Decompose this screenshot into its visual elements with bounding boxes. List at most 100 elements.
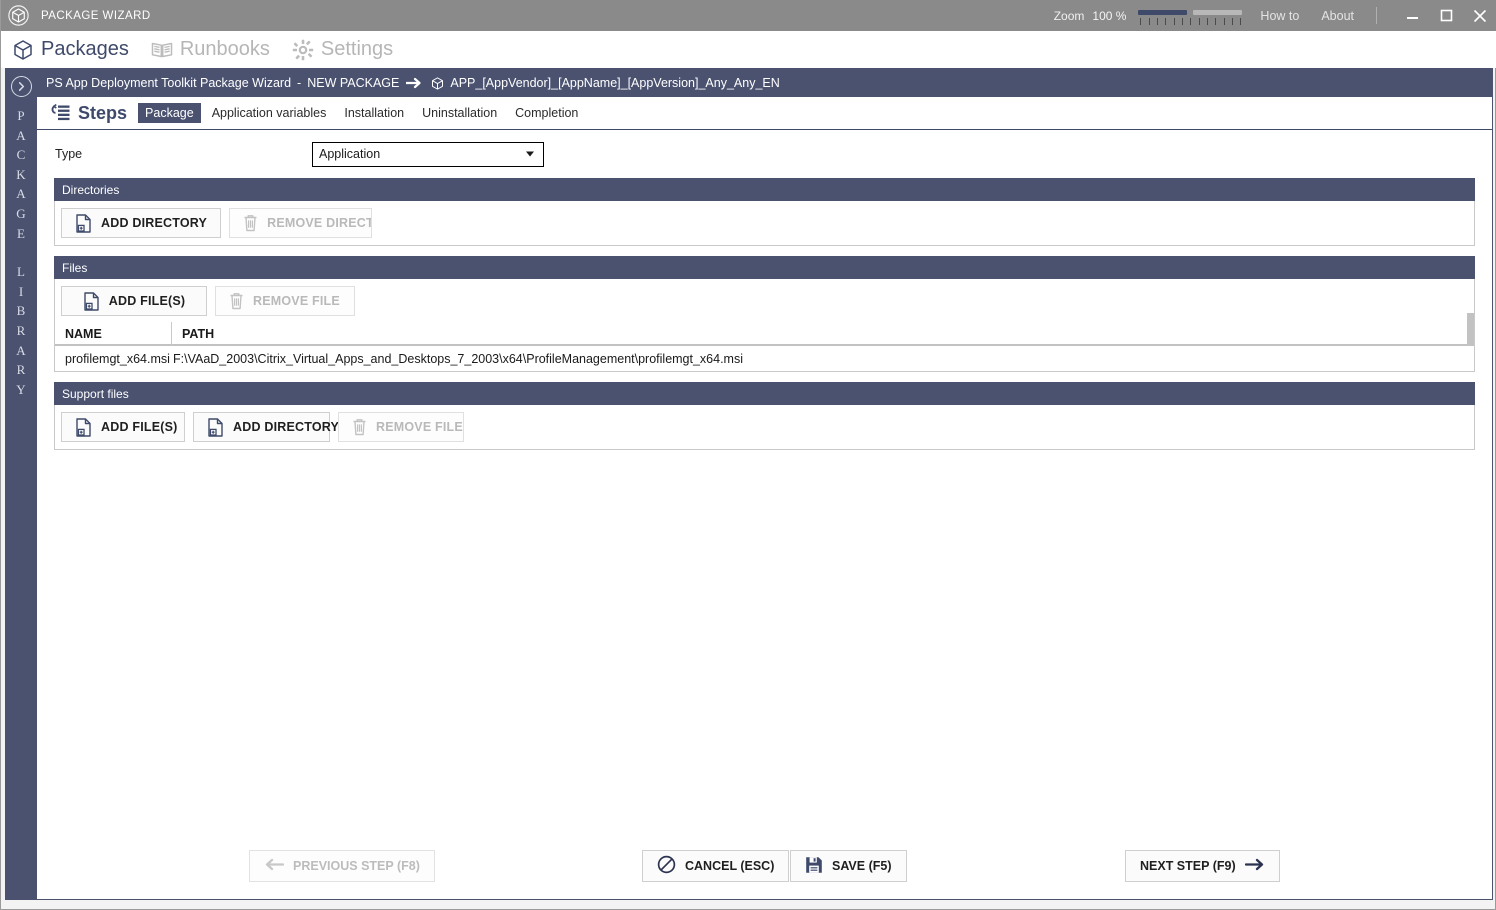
form-body: Type Application Directories ADD DIRECTO… — [37, 130, 1492, 450]
support-add-files-button[interactable]: ADD FILE(S) — [61, 412, 185, 442]
remove-file-button[interactable]: REMOVE FILE — [215, 286, 355, 316]
package-library-sidebar: P A C K A G E L I B R A R Y — [5, 68, 37, 900]
nav-label-settings: Settings — [320, 38, 394, 60]
content-panel: PS App Deployment Toolkit Package Wizard… — [37, 68, 1493, 900]
maximize-icon[interactable] — [1429, 0, 1463, 31]
save-label: SAVE (F5) — [832, 859, 892, 873]
tab-package[interactable]: Package — [138, 103, 201, 123]
sidebar-letter: C — [16, 147, 26, 163]
about-link[interactable]: About — [1321, 9, 1354, 23]
arrow-left-icon — [264, 858, 285, 874]
type-select-value: Application — [319, 147, 381, 161]
how-to-link[interactable]: How to — [1260, 9, 1299, 23]
support-add-directory-label: ADD DIRECTORY — [233, 420, 340, 434]
type-row: Type Application — [54, 130, 1475, 178]
sidebar-letter: Y — [16, 381, 26, 397]
steps-list-icon — [49, 104, 71, 122]
files-table: NAME PATH profilemgt_x64.msi F:\VAaD_200… — [55, 313, 1474, 371]
add-files-button[interactable]: ADD FILE(S) — [61, 286, 207, 316]
previous-step-button[interactable]: PREVIOUS STEP (F8) — [249, 850, 435, 882]
save-button[interactable]: SAVE (F5) — [790, 850, 907, 882]
add-directory-button[interactable]: ADD DIRECTORY — [61, 208, 222, 238]
directories-body: ADD DIRECTORY REMOVE DIRECTO — [54, 201, 1475, 246]
zoom-slider[interactable] — [1138, 5, 1243, 27]
sidebar-letter: R — [16, 322, 26, 338]
support-remove-file-label: REMOVE FILE — [376, 420, 463, 434]
floppy-icon — [805, 856, 823, 877]
sidebar-letter: G — [16, 205, 26, 221]
remove-directory-label: REMOVE DIRECTO — [267, 216, 373, 230]
zoom-slider-ticks — [1140, 17, 1242, 26]
zoom-slider-track — [1193, 9, 1243, 15]
steps-label: Steps — [78, 102, 128, 123]
steps-bar: Steps Package Application variables Inst… — [37, 97, 1492, 130]
support-files-section: Support files ADD FILE(S) ADD DIRECTORY … — [54, 382, 1475, 450]
files-section: Files ADD FILE(S) REMOVE FILE NAME PATH … — [54, 256, 1475, 372]
support-files-header: Support files — [54, 382, 1475, 405]
no-entry-icon — [657, 855, 676, 877]
gear-icon — [290, 37, 316, 63]
nav-item-runbooks[interactable]: Runbooks — [149, 37, 270, 63]
sidebar-letter: L — [17, 264, 25, 280]
cell-path: F:\VAaD_2003\Citrix_Virtual_Apps_and_Des… — [173, 351, 744, 366]
remove-directory-button[interactable]: REMOVE DIRECTO — [229, 208, 373, 238]
window-title: PACKAGE WIZARD — [41, 9, 151, 22]
files-header: Files — [54, 256, 1475, 279]
minimize-icon[interactable] — [1395, 0, 1429, 31]
next-step-label: NEXT STEP (F9) — [1140, 859, 1236, 873]
title-bar-divider — [1376, 7, 1377, 24]
files-body: ADD FILE(S) REMOVE FILE NAME PATH profil… — [54, 279, 1475, 372]
cancel-button[interactable]: CANCEL (ESC) — [642, 850, 790, 882]
close-icon[interactable] — [1463, 0, 1496, 31]
column-header-path: PATH — [182, 326, 215, 341]
support-files-body: ADD FILE(S) ADD DIRECTORY REMOVE FILE — [54, 405, 1475, 450]
sidebar-letter: E — [17, 225, 25, 241]
title-bar-right: Zoom 100 % How to About — [1054, 0, 1496, 31]
nav-label-runbooks: Runbooks — [179, 38, 270, 60]
files-toolbar: ADD FILE(S) REMOVE FILE — [55, 279, 1474, 323]
directories-header: Directories — [54, 178, 1475, 201]
sidebar-label-package: P A C K A G E — [16, 106, 25, 243]
add-file-icon — [83, 291, 100, 311]
package-wizard-window: PACKAGE WIZARD Zoom 100 % How to About P… — [0, 0, 1496, 910]
nav-item-settings[interactable]: Settings — [290, 37, 393, 63]
arrow-right-icon — [1244, 858, 1265, 874]
sidebar-letter: I — [18, 283, 24, 299]
sidebar-letter: P — [17, 108, 25, 123]
support-remove-file-button[interactable]: REMOVE FILE — [338, 412, 464, 442]
sidebar-label-library: L I B R A R Y — [16, 262, 25, 399]
table-row[interactable]: profilemgt_x64.msi F:\VAaD_2003\Citrix_V… — [55, 346, 1474, 371]
trash-icon — [352, 418, 367, 436]
column-header-name: NAME — [65, 326, 102, 341]
tab-completion[interactable]: Completion — [508, 103, 585, 123]
type-select[interactable]: Application — [312, 141, 544, 167]
breadcrumb-mode: NEW PACKAGE — [307, 76, 400, 90]
directories-section: Directories ADD DIRECTORY REMOVE DIRECTO — [54, 178, 1475, 246]
cell-name: profilemgt_x64.msi — [65, 351, 170, 366]
nav-item-packages[interactable]: Packages — [10, 37, 129, 63]
support-add-directory-button[interactable]: ADD DIRECTORY — [193, 412, 339, 442]
wizard-footer: PREVIOUS STEP (F8) CANCEL (ESC) SAVE (F5… — [37, 850, 1491, 890]
previous-step-label: PREVIOUS STEP (F8) — [293, 859, 420, 873]
tab-installation[interactable]: Installation — [337, 103, 411, 123]
trash-icon — [243, 214, 258, 232]
next-step-button[interactable]: NEXT STEP (F9) — [1125, 850, 1280, 882]
support-files-toolbar: ADD FILE(S) ADD DIRECTORY REMOVE FILE — [55, 405, 1474, 449]
files-table-scrollbar[interactable] — [1467, 313, 1474, 346]
zoom-slider-fill — [1138, 9, 1188, 15]
add-file-icon — [75, 213, 92, 233]
sidebar-letter: R — [16, 362, 26, 378]
type-label: Type — [55, 147, 83, 161]
chevron-right-circle-icon[interactable] — [10, 76, 32, 97]
cube-icon — [10, 37, 36, 63]
chevron-down-icon — [526, 151, 534, 157]
tab-application-variables[interactable]: Application variables — [205, 103, 334, 123]
cancel-label: CANCEL (ESC) — [685, 859, 775, 873]
sidebar-letter: A — [16, 342, 26, 358]
add-file-icon — [75, 417, 92, 437]
support-add-files-label: ADD FILE(S) — [101, 420, 178, 434]
sidebar-letter: A — [16, 186, 26, 202]
tab-uninstallation[interactable]: Uninstallation — [415, 103, 504, 123]
breadcrumb-app: PS App Deployment Toolkit Package Wizard — [46, 76, 292, 90]
sidebar-letter: A — [16, 127, 26, 143]
